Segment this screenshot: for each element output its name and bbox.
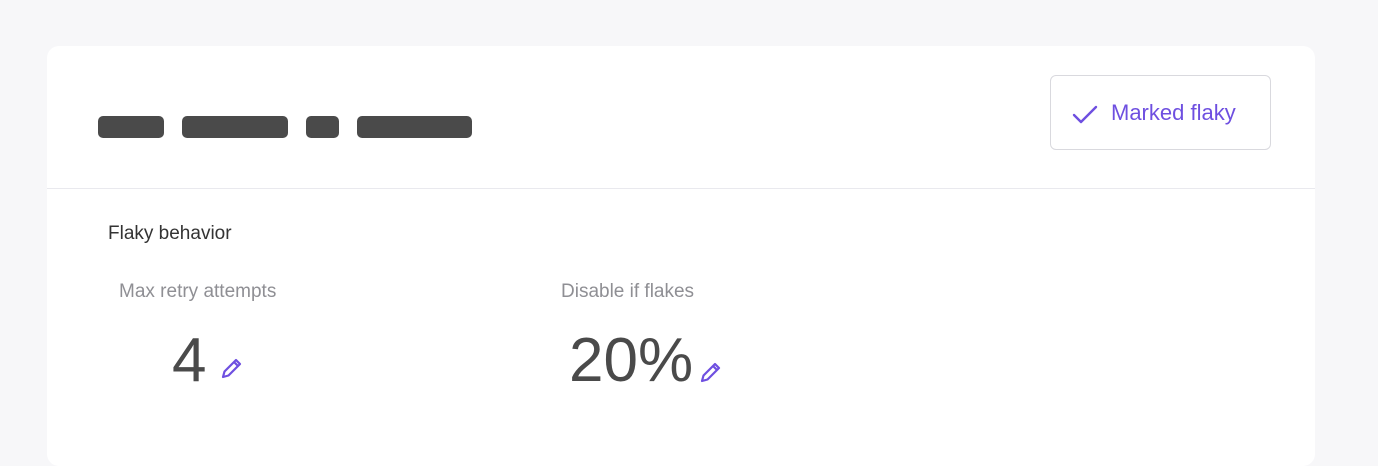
redacted-block [182,116,288,138]
check-icon [1072,105,1098,124]
disable-if-flakes-label: Disable if flakes [561,281,695,302]
max-retry-label: Max retry attempts [119,281,277,302]
redacted-block [98,116,164,138]
marked-flaky-label: Marked flaky [1111,100,1236,125]
pencil-icon[interactable] [219,355,245,381]
pencil-icon[interactable] [698,359,724,385]
disable-if-flakes-value: 20% [569,326,694,395]
marked-flaky-button[interactable]: Marked flaky [1050,75,1271,150]
redacted-block [357,116,472,138]
section-title: Flaky behavior [108,223,232,244]
test-detail-card: Marked flaky Flaky behavior Max retry at… [47,46,1315,466]
redacted-block [306,116,339,138]
max-retry-value: 4 [172,326,207,395]
card-header: Marked flaky [47,46,1315,189]
